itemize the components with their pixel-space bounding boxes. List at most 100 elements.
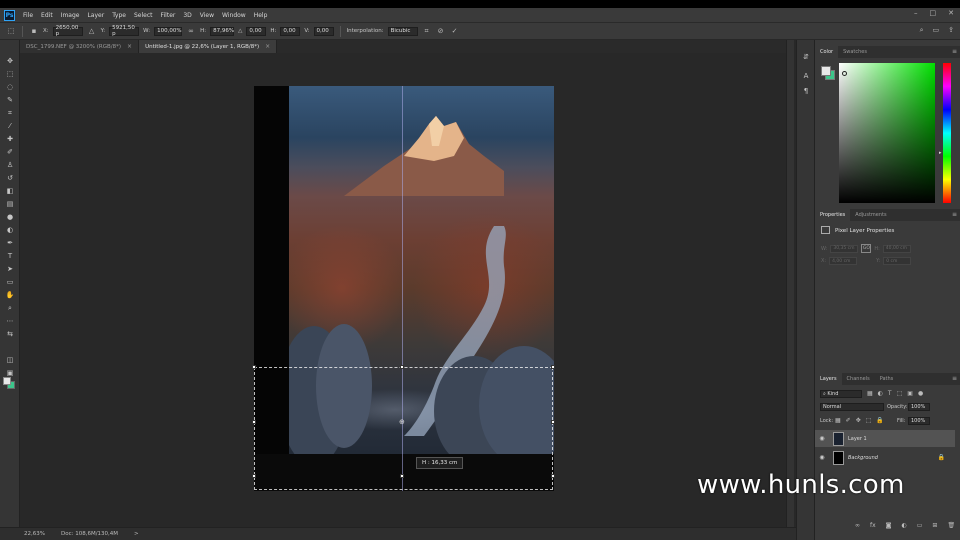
- blur-tool-icon[interactable]: ●: [4, 212, 16, 222]
- height-field[interactable]: 87,96%: [210, 26, 235, 36]
- foreground-color-swatch[interactable]: [3, 377, 11, 385]
- path-select-tool-icon[interactable]: ➤: [4, 264, 16, 274]
- lock-position-icon[interactable]: ✥: [856, 417, 861, 424]
- stamp-tool-icon[interactable]: ♙: [4, 160, 16, 170]
- rotate-field[interactable]: 0,00: [246, 26, 267, 36]
- minimize-icon[interactable]: –: [914, 9, 918, 17]
- history-brush-icon[interactable]: ↺: [4, 173, 16, 183]
- visibility-eye-icon[interactable]: ◉: [815, 454, 829, 461]
- lock-pixels-icon[interactable]: ✐: [846, 417, 851, 424]
- tab-color[interactable]: Color: [815, 46, 839, 58]
- panel-menu-icon[interactable]: ≡: [952, 211, 957, 218]
- adjustment-layer-icon[interactable]: ◐: [902, 522, 907, 529]
- type-filter-icon[interactable]: T: [888, 390, 892, 397]
- tab-properties[interactable]: Properties: [815, 209, 851, 221]
- y-field[interactable]: 5921,50 p: [109, 25, 140, 37]
- transform-handle-middle-left[interactable]: [252, 420, 256, 424]
- hue-slider[interactable]: [943, 63, 951, 203]
- maximize-icon[interactable]: □: [930, 9, 937, 17]
- cancel-transform-icon[interactable]: ⊘: [436, 26, 446, 36]
- vskew-field[interactable]: 0,00: [313, 26, 334, 36]
- quick-mask-icon[interactable]: ◫: [4, 355, 16, 365]
- transform-handle-bottom-right[interactable]: [551, 474, 555, 478]
- color-panel-foreground-swatch[interactable]: [821, 66, 831, 76]
- hskew-field[interactable]: 0,00: [280, 26, 301, 36]
- menu-type[interactable]: Type: [108, 12, 130, 19]
- lasso-tool-icon[interactable]: ◌: [4, 82, 16, 92]
- character-panel-icon[interactable]: A: [801, 71, 811, 81]
- transform-handle-top-right[interactable]: [551, 365, 555, 369]
- layer-filter-kind-select[interactable]: ⌕ Kind: [820, 390, 862, 398]
- layer-row-background[interactable]: ◉ Background 🔒: [815, 449, 955, 466]
- menu-select[interactable]: Select: [130, 12, 157, 19]
- new-layer-icon[interactable]: ⊞: [932, 522, 937, 529]
- smart-filter-icon[interactable]: ▣: [907, 390, 913, 397]
- menu-layer[interactable]: Layer: [83, 12, 108, 19]
- zoom-tool-icon[interactable]: ⌕: [4, 303, 16, 313]
- visibility-eye-icon[interactable]: ◉: [815, 435, 829, 442]
- status-menu-arrow-icon[interactable]: >: [134, 531, 139, 537]
- saturation-brightness-field[interactable]: [839, 63, 935, 203]
- healing-tool-icon[interactable]: ✚: [4, 134, 16, 144]
- share-icon[interactable]: ⇪: [948, 26, 954, 35]
- vertical-scrollbar[interactable]: [786, 40, 794, 527]
- more-tools-icon[interactable]: ⋯: [4, 316, 16, 326]
- prop-x-field[interactable]: 4,00 cm: [829, 257, 858, 265]
- commit-transform-icon[interactable]: ✓: [450, 26, 460, 36]
- panel-menu-icon[interactable]: ≡: [952, 375, 957, 382]
- layer-row-layer-1[interactable]: ◉ Layer 1: [815, 430, 955, 447]
- transform-handle-middle-right[interactable]: [551, 420, 555, 424]
- filter-toggle-icon[interactable]: ●: [918, 390, 923, 397]
- tab-dsc-1799[interactable]: DSC_1799.NEF @ 3200% (RGB/8*) ×: [20, 40, 140, 53]
- history-panel-icon[interactable]: ⇵: [801, 52, 811, 62]
- quick-select-tool-icon[interactable]: ✎: [4, 95, 16, 105]
- layer-style-icon[interactable]: fx: [870, 522, 876, 529]
- new-group-icon[interactable]: ▭: [917, 522, 923, 529]
- hand-tool-icon[interactable]: ✋: [4, 290, 16, 300]
- reference-point-crosshair-icon[interactable]: ⊕: [399, 419, 406, 426]
- pen-tool-icon[interactable]: ✒: [4, 238, 16, 248]
- dodge-tool-icon[interactable]: ◐: [4, 225, 16, 235]
- warp-icon[interactable]: ⌗: [422, 26, 432, 36]
- workspace-icon[interactable]: ▭: [933, 26, 940, 35]
- interpolation-select[interactable]: Bicubic: [387, 26, 418, 36]
- search-icon[interactable]: ⌕: [920, 26, 924, 35]
- delta-icon[interactable]: △: [87, 26, 97, 36]
- menu-window[interactable]: Window: [218, 12, 250, 19]
- transform-handle-top-center[interactable]: [400, 365, 404, 369]
- transform-handle-bottom-left[interactable]: [252, 474, 256, 478]
- paragraph-panel-icon[interactable]: ¶: [801, 86, 811, 96]
- gradient-tool-icon[interactable]: ▤: [4, 199, 16, 209]
- adjustment-filter-icon[interactable]: ◐: [878, 390, 883, 397]
- tab-paths[interactable]: Paths: [875, 373, 899, 385]
- menu-view[interactable]: View: [196, 12, 218, 19]
- prop-width-field[interactable]: 30,35 cm: [830, 244, 859, 253]
- pixel-filter-icon[interactable]: ▦: [867, 390, 873, 397]
- tab-untitled-1[interactable]: Untitled-1.jpg @ 22,6% (Layer 1, RGB/8*)…: [139, 40, 278, 53]
- zoom-level[interactable]: 22,63%: [24, 531, 45, 537]
- swap-colors-icon[interactable]: ⇆: [4, 329, 16, 339]
- width-field[interactable]: 100,00%: [154, 26, 183, 36]
- lock-transparency-icon[interactable]: ▦: [835, 417, 841, 424]
- reference-point-icon[interactable]: ▪: [29, 26, 39, 36]
- transform-tool-icon[interactable]: ⬚: [6, 26, 16, 36]
- brush-tool-icon[interactable]: ✐: [4, 147, 16, 157]
- menu-file[interactable]: File: [19, 12, 37, 19]
- x-field[interactable]: 2650,00 p: [52, 25, 83, 37]
- close-icon[interactable]: ✕: [948, 9, 954, 17]
- opacity-field[interactable]: 100%: [908, 403, 930, 411]
- prop-y-field[interactable]: 0 cm: [883, 257, 912, 265]
- menu-image[interactable]: Image: [57, 12, 84, 19]
- hue-slider-marker-icon[interactable]: ▸: [939, 150, 942, 156]
- add-mask-icon[interactable]: ◙: [886, 522, 892, 529]
- menu-filter[interactable]: Filter: [157, 12, 180, 19]
- marquee-tool-icon[interactable]: ⬚: [4, 69, 16, 79]
- transform-handle-bottom-center[interactable]: [400, 474, 404, 478]
- menu-edit[interactable]: Edit: [37, 12, 57, 19]
- tab-layers[interactable]: Layers: [815, 373, 842, 385]
- color-picker-marker[interactable]: [842, 71, 847, 76]
- fill-field[interactable]: 100%: [908, 417, 930, 425]
- move-tool-icon[interactable]: ✥: [4, 56, 16, 66]
- blend-mode-select[interactable]: Normal: [820, 403, 884, 411]
- close-tab-icon[interactable]: ×: [265, 43, 270, 50]
